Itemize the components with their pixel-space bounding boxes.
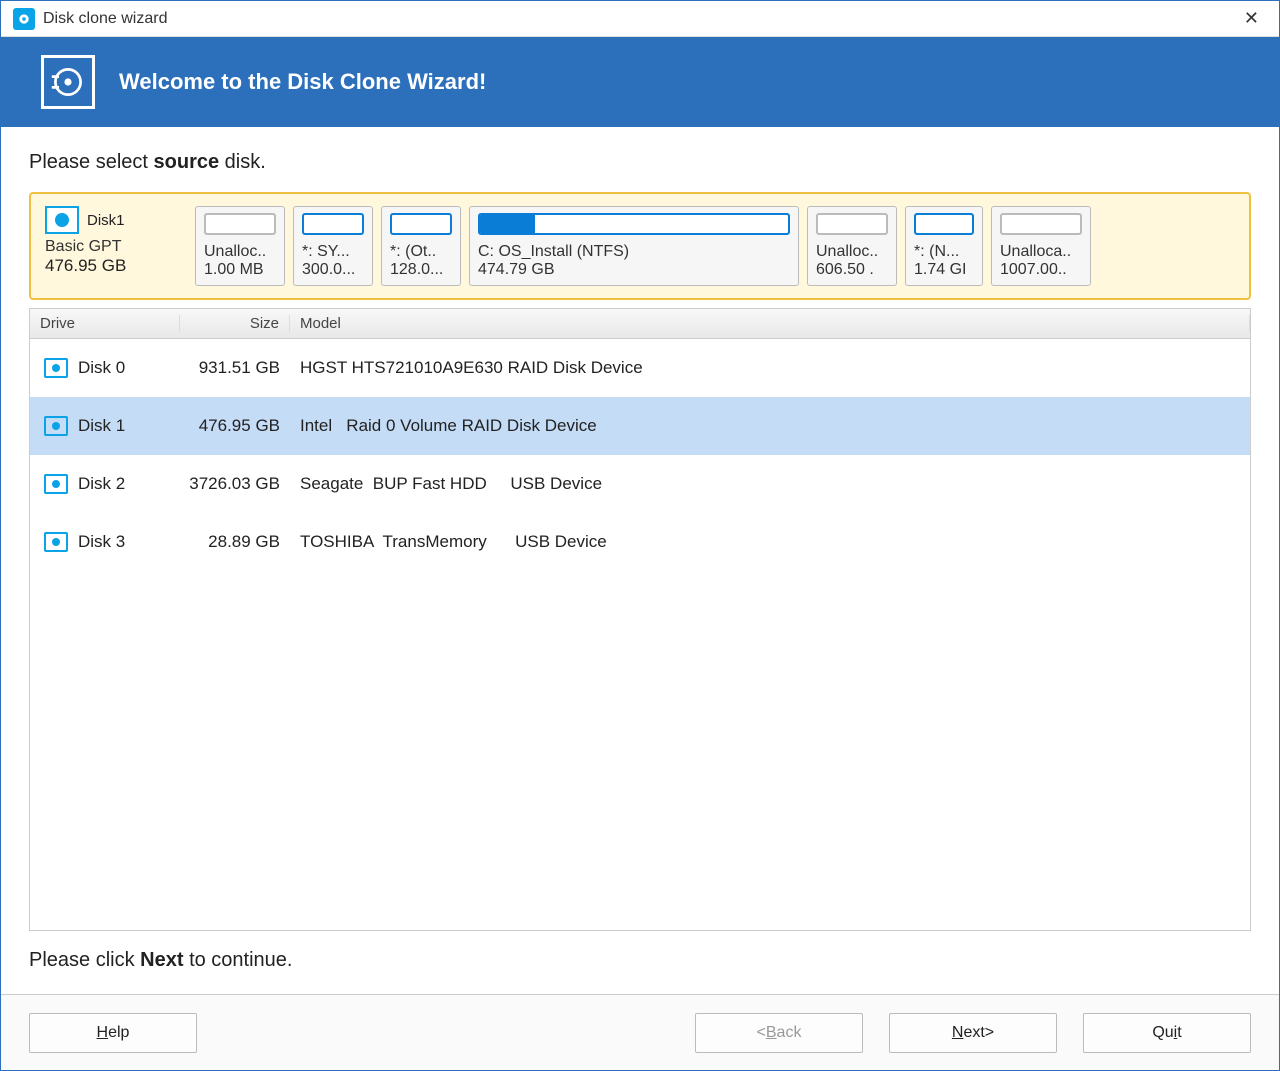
partition-bar (390, 213, 452, 235)
disk-name: Disk1 (87, 212, 125, 229)
cell-size: 931.51 GB (180, 358, 290, 378)
cell-size: 476.95 GB (180, 416, 290, 436)
partition-bar (1000, 213, 1082, 235)
instruction-prefix: Please select (29, 151, 154, 173)
col-size[interactable]: Size (180, 315, 290, 332)
table-header: Drive Size Model (30, 309, 1250, 339)
content-area: Please select source disk. Disk1 Basic G… (1, 127, 1279, 994)
partition-size: 1.74 GI (914, 261, 974, 279)
partition-size: 1007.00.. (1000, 261, 1082, 279)
titlebar: Disk clone wizard ✕ (1, 1, 1279, 37)
banner-title: Welcome to the Disk Clone Wizard! (119, 69, 486, 95)
partition-2[interactable]: *: (Ot..128.0... (381, 206, 461, 286)
partition-size: 128.0... (390, 261, 452, 279)
partition-label: Unalloc.. (204, 243, 276, 261)
titlebar-left: Disk clone wizard (13, 8, 167, 30)
partition-label: *: (Ot.. (390, 243, 452, 261)
disk-row-icon (38, 358, 74, 378)
cell-model: HGST HTS721010A9E630 RAID Disk Device (290, 358, 1242, 378)
cell-drive: Disk 1 (74, 416, 180, 436)
table-body: Disk 0931.51 GBHGST HTS721010A9E630 RAID… (30, 339, 1250, 930)
cell-drive: Disk 0 (74, 358, 180, 378)
window-title: Disk clone wizard (43, 10, 167, 28)
partition-bar (478, 213, 790, 235)
cell-model: Seagate BUP Fast HDD USB Device (290, 474, 1242, 494)
col-model[interactable]: Model (290, 315, 1250, 332)
partition-bar (914, 213, 974, 235)
partition-5[interactable]: *: (N...1.74 GI (905, 206, 983, 286)
partition-label: Unalloc.. (816, 243, 888, 261)
disk-wizard-icon (41, 55, 95, 109)
disk-table: Drive Size Model Disk 0931.51 GBHGST HTS… (29, 308, 1251, 931)
table-row[interactable]: Disk 0931.51 GBHGST HTS721010A9E630 RAID… (30, 339, 1250, 397)
disk-info: Disk1 Basic GPT 476.95 GB (45, 206, 185, 286)
partition-4[interactable]: Unalloc..606.50 . (807, 206, 897, 286)
footer-hint: Please click Next to continue. (29, 931, 1251, 994)
disk-icon (45, 206, 79, 234)
partition-6[interactable]: Unalloca..1007.00.. (991, 206, 1091, 286)
cell-size: 3726.03 GB (180, 474, 290, 494)
close-button[interactable]: ✕ (1236, 6, 1267, 31)
partition-size: 474.79 GB (478, 261, 790, 279)
disk-info-head: Disk1 (45, 206, 179, 234)
partition-1[interactable]: *: SY...300.0... (293, 206, 373, 286)
partition-bar (302, 213, 364, 235)
instruction-text: Please select source disk. (29, 151, 1251, 174)
partition-label: C: OS_Install (NTFS) (478, 243, 790, 261)
hint-suffix: to continue. (184, 949, 293, 971)
app-window: Disk clone wizard ✕ Welcome to the Disk … (0, 0, 1280, 1071)
cell-drive: Disk 3 (74, 532, 180, 552)
instruction-bold: source (154, 151, 220, 173)
wizard-banner: Welcome to the Disk Clone Wizard! (1, 37, 1279, 127)
button-bar: Help <Back Next> Quit (1, 994, 1279, 1070)
instruction-suffix: disk. (219, 151, 266, 173)
partitions-container: Unalloc..1.00 MB*: SY...300.0...*: (Ot..… (195, 206, 1235, 286)
partition-size: 1.00 MB (204, 261, 276, 279)
table-row[interactable]: Disk 328.89 GBTOSHIBA TransMemory USB De… (30, 513, 1250, 571)
back-button[interactable]: <Back (695, 1013, 863, 1053)
next-button[interactable]: Next> (889, 1013, 1057, 1053)
hint-bold: Next (140, 949, 183, 971)
hint-prefix: Please click (29, 949, 140, 971)
partition-label: Unalloca.. (1000, 243, 1082, 261)
disk-row-icon (38, 532, 74, 552)
disk-row-icon (38, 416, 74, 436)
app-icon (13, 8, 35, 30)
partition-3[interactable]: C: OS_Install (NTFS)474.79 GB (469, 206, 799, 286)
disk-type: Basic GPT (45, 238, 179, 256)
disk-row-icon (38, 474, 74, 494)
help-button[interactable]: Help (29, 1013, 197, 1053)
col-drive[interactable]: Drive (30, 315, 180, 332)
table-row[interactable]: Disk 23726.03 GBSeagate BUP Fast HDD USB… (30, 455, 1250, 513)
partition-label: *: SY... (302, 243, 364, 261)
cell-model: TOSHIBA TransMemory USB Device (290, 532, 1242, 552)
table-row[interactable]: Disk 1476.95 GBIntel Raid 0 Volume RAID … (30, 397, 1250, 455)
disk-total-size: 476.95 GB (45, 256, 179, 276)
partition-label: *: (N... (914, 243, 974, 261)
quit-button[interactable]: Quit (1083, 1013, 1251, 1053)
partition-size: 606.50 . (816, 261, 888, 279)
cell-model: Intel Raid 0 Volume RAID Disk Device (290, 416, 1242, 436)
partition-bar (816, 213, 888, 235)
cell-size: 28.89 GB (180, 532, 290, 552)
partition-0[interactable]: Unalloc..1.00 MB (195, 206, 285, 286)
disk-layout-panel: Disk1 Basic GPT 476.95 GB Unalloc..1.00 … (29, 192, 1251, 300)
cell-drive: Disk 2 (74, 474, 180, 494)
partition-size: 300.0... (302, 261, 364, 279)
partition-bar (204, 213, 276, 235)
